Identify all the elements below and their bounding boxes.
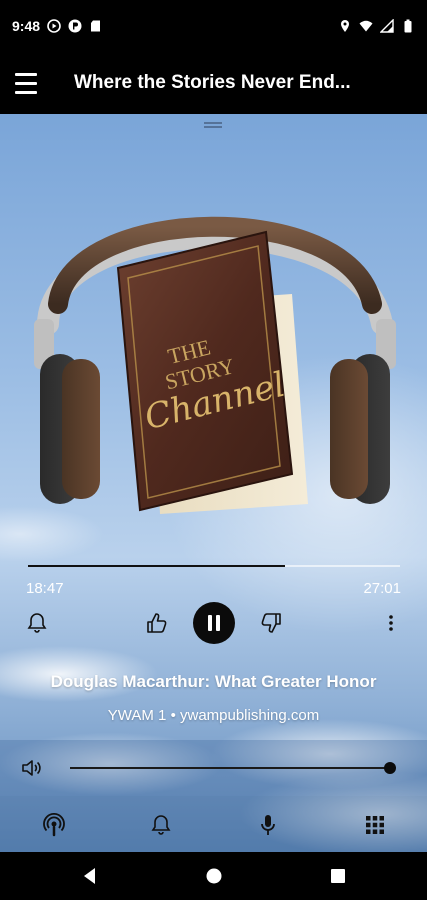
volume-slider[interactable]	[70, 762, 396, 774]
p-badge-icon	[68, 19, 82, 33]
system-nav-bar	[0, 852, 427, 900]
sleep-timer-button[interactable]	[24, 610, 50, 636]
left-earpad	[62, 359, 100, 499]
pause-icon-bar	[208, 615, 212, 631]
back-icon[interactable]	[80, 866, 100, 886]
status-time: 9:48	[12, 18, 41, 34]
hamburger-icon-line	[15, 72, 37, 76]
status-right	[338, 19, 415, 33]
battery-icon	[404, 19, 412, 33]
pause-icon-bar	[216, 615, 220, 631]
track-subtitle: YWAM 1 • ywampublishing.com	[107, 707, 320, 724]
volume-icon[interactable]	[20, 756, 44, 780]
sd-card-icon	[91, 20, 101, 32]
play-circle-icon	[47, 19, 61, 33]
wifi-icon	[359, 20, 373, 32]
home-icon[interactable]	[204, 866, 224, 886]
status-bar: 9:48	[0, 0, 427, 52]
right-earpad	[330, 359, 368, 499]
progress-fill	[28, 565, 285, 567]
signal-icon	[380, 19, 394, 33]
nav-alarm-button[interactable]	[148, 812, 174, 838]
total-time: 27:01	[363, 580, 401, 597]
microphone-icon	[261, 815, 275, 835]
playback-controls	[0, 602, 427, 644]
thumbs-up-icon	[147, 613, 167, 633]
nav-podcast-button[interactable]	[41, 812, 67, 838]
thumbs-down-icon	[261, 613, 281, 633]
dislike-button[interactable]	[258, 610, 284, 636]
volume-thumb[interactable]	[384, 762, 396, 774]
now-playing-panel: THE STORY Channel 18:47 27:01 Douglas Ma…	[0, 114, 427, 852]
bell-icon	[151, 815, 171, 835]
location-icon	[341, 20, 349, 32]
grid-icon	[366, 816, 384, 834]
app-bar: Where the Stories Never End...	[0, 52, 427, 114]
podcast-icon	[43, 813, 65, 837]
status-left: 9:48	[12, 18, 103, 34]
progress-bar[interactable]	[28, 565, 400, 567]
more-vert-icon	[389, 615, 393, 631]
album-art: THE STORY Channel	[34, 216, 396, 514]
recent-apps-icon[interactable]	[328, 866, 348, 886]
nav-mic-button[interactable]	[255, 812, 281, 838]
pause-button[interactable]	[193, 602, 235, 644]
bottom-nav	[0, 796, 427, 852]
track-title: Douglas Macarthur: What Greater Honor	[50, 672, 377, 691]
volume-row	[0, 740, 427, 796]
hamburger-icon-line	[15, 81, 37, 85]
menu-button[interactable]	[0, 57, 52, 109]
hamburger-icon-line	[15, 90, 37, 94]
like-button[interactable]	[144, 610, 170, 636]
page-title: Where the Stories Never End...	[74, 72, 351, 93]
bell-icon	[27, 613, 47, 633]
elapsed-time: 18:47	[26, 580, 64, 597]
nav-apps-button[interactable]	[362, 812, 388, 838]
drag-handle[interactable]	[204, 122, 222, 128]
more-options-button[interactable]	[380, 610, 402, 636]
